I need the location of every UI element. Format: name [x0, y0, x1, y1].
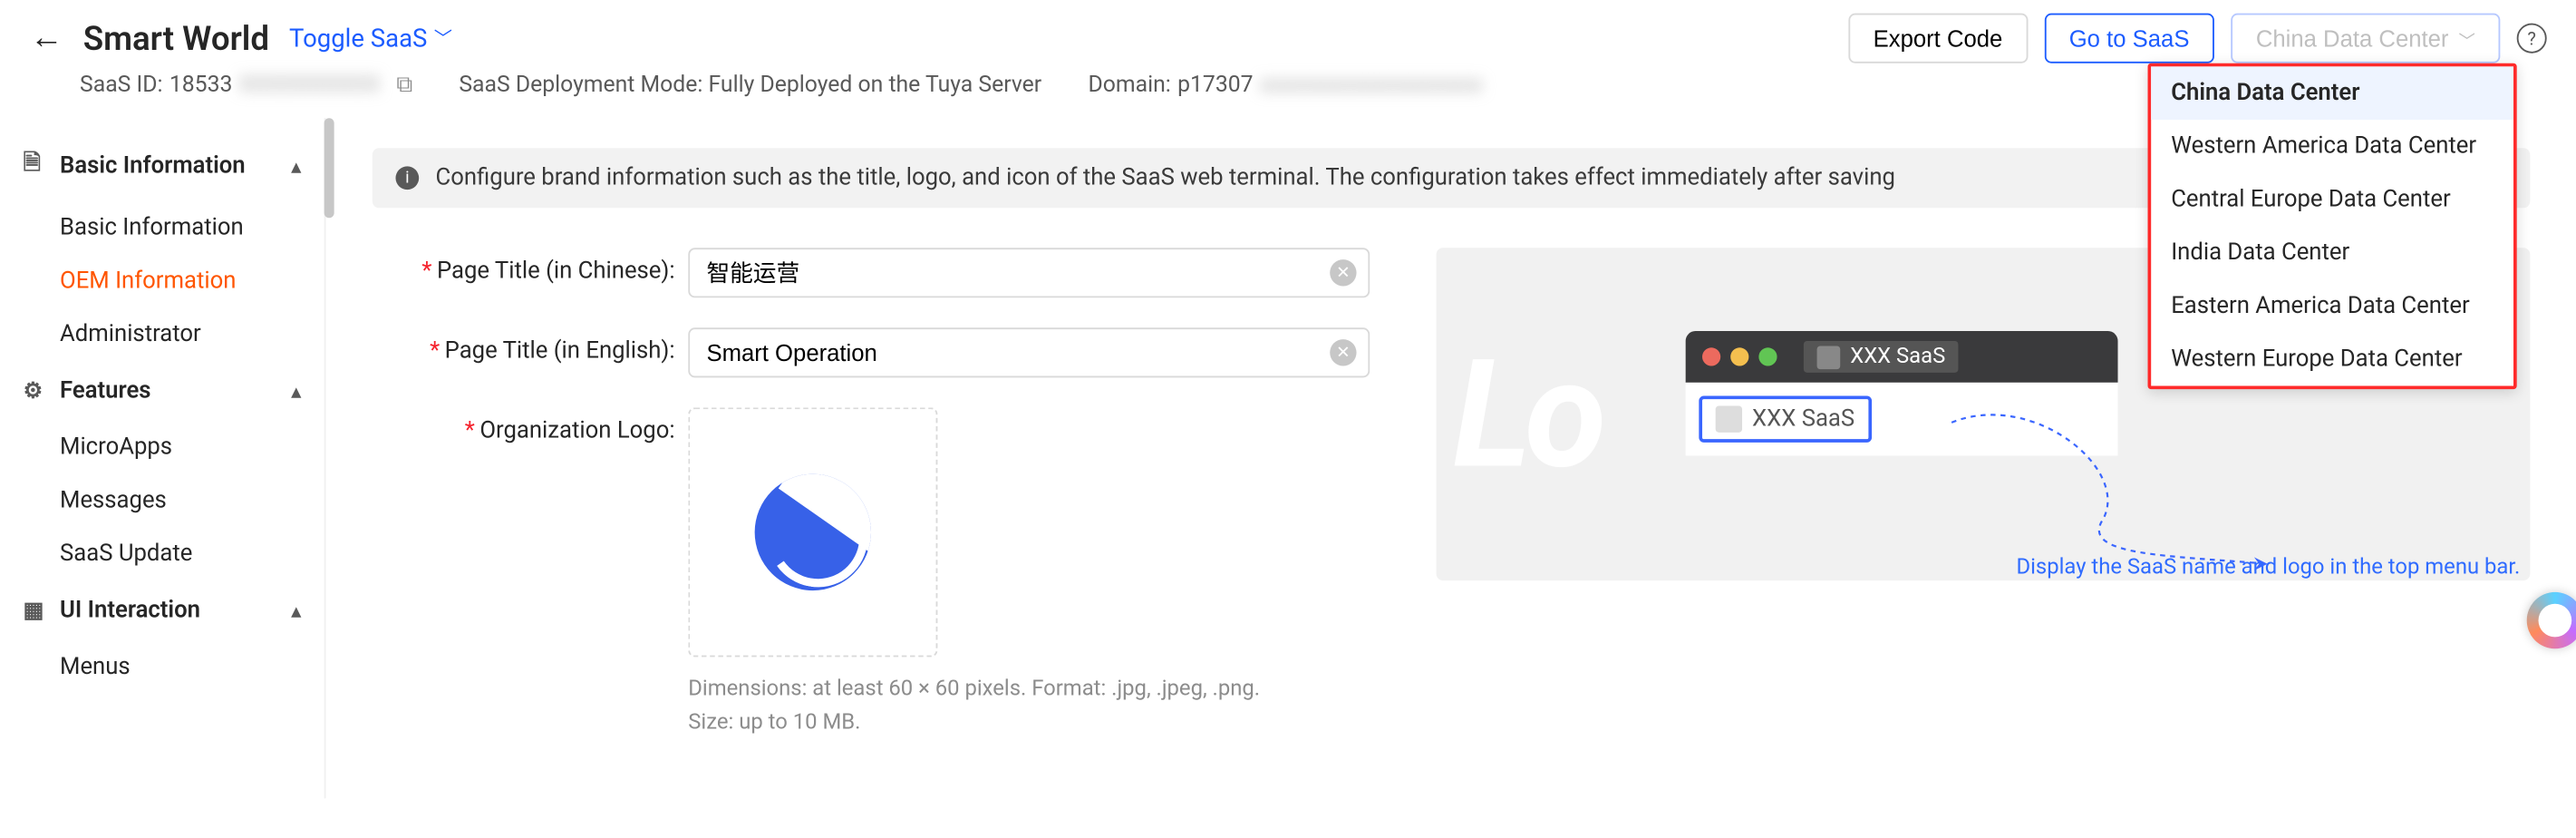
sidebar-group-label: Features	[60, 377, 150, 404]
file-icon: 🗎	[24, 148, 47, 184]
clear-icon[interactable]: ✕	[1330, 339, 1356, 365]
toggle-saas-label: Toggle SaaS	[289, 23, 427, 53]
chevron-up-icon: ▴	[292, 599, 301, 621]
browser-mock: XXX SaaS	[1686, 331, 2118, 383]
header: ← Smart World Toggle SaaS ﹀ Export Code …	[0, 0, 2576, 118]
favicon-placeholder-icon	[1817, 346, 1841, 369]
dropdown-item-central-europe[interactable]: Central Europe Data Center	[2151, 173, 2513, 227]
logo-placeholder-icon	[1716, 405, 1742, 432]
dropdown-item-western-europe[interactable]: Western Europe Data Center	[2151, 333, 2513, 386]
clear-icon[interactable]: ✕	[1330, 259, 1356, 286]
domain-meta: Domain: p17307xxxxxxxxxxxxxxxxxxxx	[1089, 72, 1483, 98]
window-close-dot	[1702, 347, 1720, 365]
info-icon: i	[395, 166, 419, 190]
data-center-dropdown: China Data Center Western America Data C…	[2148, 63, 2517, 389]
sidebar-group-basic-info[interactable]: 🗎 Basic Information ▴	[0, 132, 324, 201]
org-logo-label: *Organization Logo:	[373, 407, 688, 443]
gear-icon: ⚙	[24, 378, 47, 404]
page-title-en-label: *Page Title (in English):	[373, 327, 688, 364]
logo-hint: Dimensions: at least 60 × 60 pixels. For…	[688, 674, 1370, 739]
sidebar-item-microapps[interactable]: MicroApps	[0, 421, 324, 474]
toggle-saas-link[interactable]: Toggle SaaS ﹀	[289, 23, 452, 53]
saas-id-blurred: XXXXXXXXXX	[239, 72, 380, 98]
page-title-cn-input[interactable]	[688, 248, 1370, 297]
deploy-mode-meta: SaaS Deployment Mode: Fully Deployed on …	[459, 72, 1041, 98]
go-to-saas-button[interactable]: Go to SaaS	[2044, 14, 2214, 63]
logo-preview-icon	[755, 474, 871, 590]
data-center-select[interactable]: China Data Center ﹀	[2231, 14, 2500, 63]
sidebar: 🗎 Basic Information ▴ Basic Information O…	[0, 118, 325, 798]
dropdown-item-western-america[interactable]: Western America Data Center	[2151, 120, 2513, 173]
preview-caption: Display the SaaS name and logo in the to…	[1437, 556, 2531, 581]
window-max-dot	[1758, 347, 1777, 365]
sidebar-item-oem-information[interactable]: OEM Information	[0, 255, 324, 308]
data-center-selected-label: China Data Center	[2256, 25, 2449, 52]
chip-text: XXX SaaS	[1752, 405, 1855, 432]
page-title-cn-label: *Page Title (in Chinese):	[373, 248, 688, 284]
dropdown-item-india[interactable]: India Data Center	[2151, 226, 2513, 279]
page-title-en-input[interactable]	[688, 327, 1370, 377]
chevron-down-icon: ﹀	[434, 24, 452, 51]
help-icon[interactable]: ?	[2517, 24, 2547, 54]
sidebar-item-basic-information[interactable]: Basic Information	[0, 201, 324, 255]
banner-text: Configure brand information such as the …	[436, 165, 1895, 191]
sidebar-group-label: Basic Information	[60, 153, 246, 180]
assistant-orb-icon[interactable]	[2527, 592, 2576, 648]
dropdown-item-china[interactable]: China Data Center	[2151, 66, 2513, 120]
export-code-button[interactable]: Export Code	[1848, 14, 2028, 63]
dropdown-item-eastern-america[interactable]: Eastern America Data Center	[2151, 279, 2513, 333]
sidebar-item-saas-update[interactable]: SaaS Update	[0, 527, 324, 580]
layout-icon: ▦	[24, 598, 47, 623]
sidebar-item-messages[interactable]: Messages	[0, 474, 324, 528]
tab-text: XXX SaaS	[1850, 345, 1945, 370]
copy-icon[interactable]: ⧉	[396, 72, 412, 98]
sidebar-group-label: UI Interaction	[60, 597, 200, 623]
saas-id-meta: SaaS ID: 18533XXXXXXXXXX ⧉	[80, 72, 412, 98]
back-arrow-icon[interactable]: ←	[30, 16, 63, 58]
sidebar-group-ui-interaction[interactable]: ▦ UI Interaction ▴	[0, 580, 324, 640]
chevron-down-icon: ﹀	[2458, 25, 2474, 51]
page-title: Smart World	[83, 17, 269, 57]
sidebar-group-features[interactable]: ⚙ Features ▴	[0, 361, 324, 421]
saas-chip: XXX SaaS	[1699, 395, 1871, 442]
domain-blurred: xxxxxxxxxxxxxxxxxxxx	[1260, 72, 1483, 98]
browser-tab-mock: XXX SaaS	[1804, 341, 1959, 373]
sidebar-item-administrator[interactable]: Administrator	[0, 307, 324, 361]
domain-value-prefix: p17307	[1177, 72, 1254, 98]
domain-label: Domain:	[1089, 72, 1171, 98]
chevron-up-icon: ▴	[292, 155, 301, 177]
saas-id-value-prefix: 18533	[169, 72, 233, 98]
chevron-up-icon: ▴	[292, 380, 301, 402]
saas-id-label: SaaS ID:	[80, 72, 162, 98]
window-min-dot	[1730, 347, 1748, 365]
logo-upload-box[interactable]	[688, 407, 937, 657]
sidebar-item-menus[interactable]: Menus	[0, 640, 324, 694]
